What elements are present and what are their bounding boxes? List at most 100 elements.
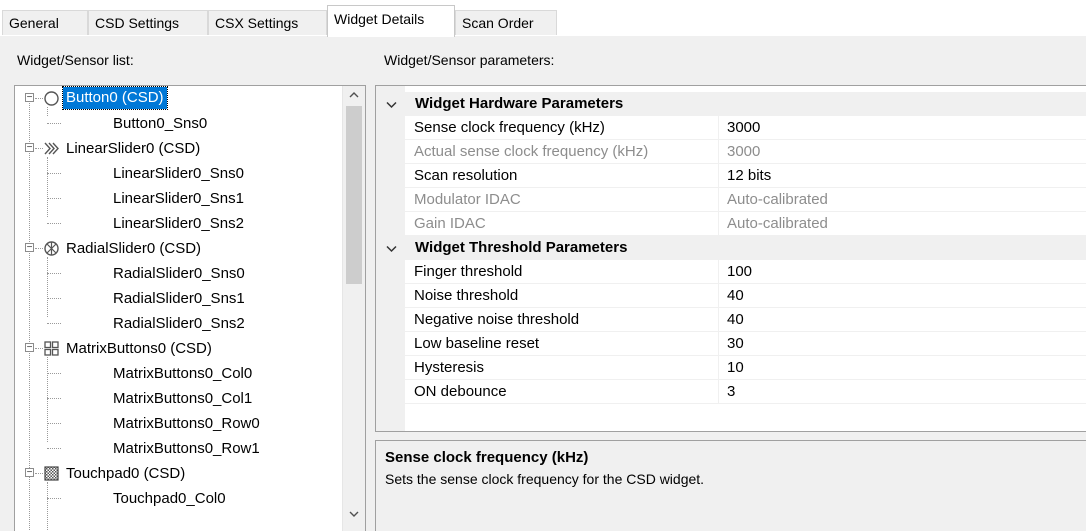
widget-sensor-tree[interactable]: − Button0 (CSD) Button0_Sns0 − LinearSli… [14, 85, 366, 531]
property-name: ON debounce [414, 383, 507, 400]
property-row-negative-noise-threshold[interactable]: Negative noise threshold 40 [405, 308, 1086, 332]
tree-sensor-row[interactable]: LinearSlider0_Sns1 [15, 186, 335, 211]
tree-sensor-row[interactable]: RadialSlider0_Sns1 [15, 286, 335, 311]
tree-connector [47, 198, 61, 199]
tree-connector [47, 498, 61, 499]
tree-connector [35, 473, 43, 474]
tree-sensor-row[interactable]: Button0_Sns0 [15, 111, 335, 136]
tree-connector [47, 273, 61, 274]
property-value: 3000 [718, 140, 1086, 163]
tree-sensor-label: MatrixButtons0_Row1 [113, 440, 260, 457]
tree-connector [35, 148, 43, 149]
property-name: Low baseline reset [414, 335, 540, 352]
property-value[interactable]: 3 [718, 380, 1086, 403]
tree-widget-button0[interactable]: − Button0 (CSD) [15, 86, 335, 111]
chevron-down-icon[interactable] [343, 506, 365, 524]
category-title: Widget Hardware Parameters [415, 95, 624, 112]
property-row-gain-idac[interactable]: Gain IDAC Auto-calibrated [405, 212, 1086, 236]
tree-widget-label: RadialSlider0 (CSD) [66, 240, 202, 257]
tree-sensor-label: MatrixButtons0_Row0 [113, 415, 260, 432]
property-row-modulator-idac[interactable]: Modulator IDAC Auto-calibrated [405, 188, 1086, 212]
tree-sensor-label: RadialSlider0_Sns0 [113, 265, 245, 282]
collapse-icon[interactable]: − [25, 343, 34, 353]
collapse-icon[interactable]: − [25, 93, 34, 103]
widget-details-dialog: General CSD Settings CSX Settings Widget… [0, 0, 1086, 531]
tree-widget-touchpad0[interactable]: − Touchpad0 (CSD) [15, 461, 335, 486]
linear-slider-icon [43, 140, 60, 157]
tree-sensor-row[interactable]: Touchpad0_Col0 [15, 486, 335, 511]
property-value[interactable]: 30 [718, 332, 1086, 355]
tree-scroll-thumb[interactable] [346, 106, 362, 284]
tree-sensor-label: RadialSlider0_Sns1 [113, 290, 245, 307]
widget-sensor-list-label: Widget/Sensor list: [17, 52, 134, 68]
property-row-on-debounce[interactable]: ON debounce 3 [405, 380, 1086, 404]
tree-connector [35, 348, 43, 349]
tree-sensor-row[interactable]: RadialSlider0_Sns2 [15, 311, 335, 336]
property-row-hysteresis[interactable]: Hysteresis 10 [405, 356, 1086, 380]
property-name: Noise threshold [414, 287, 519, 304]
property-value[interactable]: 3000 [718, 116, 1086, 139]
chevron-down-icon[interactable] [383, 236, 399, 260]
property-name: Actual sense clock frequency (kHz) [414, 143, 649, 160]
tree-widget-radialslider0[interactable]: − RadialSlider0 (CSD) [15, 236, 335, 261]
radial-slider-icon [43, 240, 60, 257]
tab-general[interactable]: General [2, 10, 88, 35]
tree-sensor-label: RadialSlider0_Sns2 [113, 315, 245, 332]
tree-sensor-row[interactable]: MatrixButtons0_Col0 [15, 361, 335, 386]
property-row-finger-threshold[interactable]: Finger threshold 100 [405, 260, 1086, 284]
property-value[interactable]: 100 [718, 260, 1086, 283]
collapse-icon[interactable]: − [25, 243, 34, 253]
tree-sensor-row[interactable]: MatrixButtons0_Col1 [15, 386, 335, 411]
tree-connector [47, 173, 61, 174]
tree-widget-label: MatrixButtons0 (CSD) [66, 340, 212, 357]
tab-csx-settings[interactable]: CSX Settings [208, 10, 327, 35]
property-row-sense-clock-frequency[interactable]: Sense clock frequency (kHz) 3000 [405, 116, 1086, 140]
chevron-down-icon[interactable] [383, 92, 399, 116]
collapse-icon[interactable]: − [25, 143, 34, 153]
tree-widget-linearslider0[interactable]: − LinearSlider0 (CSD) [15, 136, 335, 161]
property-name: Modulator IDAC [414, 191, 521, 208]
property-row-scan-resolution[interactable]: Scan resolution 12 bits [405, 164, 1086, 188]
tab-scan-order[interactable]: Scan Order [455, 10, 557, 35]
property-value[interactable]: 40 [718, 308, 1086, 331]
parameters-property-grid: Widget Hardware Parameters Sense clock f… [375, 85, 1086, 432]
tree-sensor-row[interactable]: MatrixButtons0_Row1 [15, 436, 335, 461]
tree-sensor-row[interactable]: MatrixButtons0_Row0 [15, 411, 335, 436]
tree-sensor-row[interactable]: RadialSlider0_Sns0 [15, 261, 335, 286]
tab-widget-details[interactable]: Widget Details [327, 5, 455, 37]
chevron-up-icon[interactable] [343, 86, 365, 104]
property-value[interactable]: 10 [718, 356, 1086, 379]
property-value[interactable]: 40 [718, 284, 1086, 307]
property-row-actual-sense-clock-frequency[interactable]: Actual sense clock frequency (kHz) 3000 [405, 140, 1086, 164]
tree-sensor-label: MatrixButtons0_Col0 [113, 365, 253, 382]
category-widget-threshold-parameters[interactable]: Widget Threshold Parameters [376, 236, 1086, 260]
category-widget-hardware-parameters[interactable]: Widget Hardware Parameters [376, 92, 1086, 116]
tree-connector [47, 448, 61, 449]
property-name: Hysteresis [414, 359, 485, 376]
tree-sensor-row[interactable]: LinearSlider0_Sns2 [15, 211, 335, 236]
property-description-pane: Sense clock frequency (kHz) Sets the sen… [375, 440, 1086, 531]
tree-sensor-row[interactable]: LinearSlider0_Sns0 [15, 161, 335, 186]
tree-connector [47, 298, 61, 299]
property-name: Scan resolution [414, 167, 518, 184]
tree-sensor-label: MatrixButtons0_Col1 [113, 390, 253, 407]
collapse-icon[interactable]: − [25, 468, 34, 478]
property-row-low-baseline-reset[interactable]: Low baseline reset 30 [405, 332, 1086, 356]
property-name: Negative noise threshold [414, 311, 580, 328]
description-title: Sense clock frequency (kHz) [385, 449, 589, 466]
tree-connector [47, 398, 61, 399]
tree-sensor-label: LinearSlider0_Sns0 [113, 165, 244, 182]
property-name: Sense clock frequency (kHz) [414, 119, 605, 136]
touchpad-icon [43, 465, 60, 482]
tab-csd-settings[interactable]: CSD Settings [88, 10, 208, 35]
tree-widget-label: Button0 (CSD) [62, 86, 168, 110]
tree-sensor-label: Button0_Sns0 [113, 115, 208, 132]
property-row-noise-threshold[interactable]: Noise threshold 40 [405, 284, 1086, 308]
tree-sensor-label: LinearSlider0_Sns1 [113, 190, 244, 207]
tree-connector [47, 423, 61, 424]
tree-widget-matrixbuttons0[interactable]: − MatrixButtons0 (CSD) [15, 336, 335, 361]
tree-sensor-label: Touchpad0_Col0 [113, 490, 226, 507]
property-value[interactable]: 12 bits [718, 164, 1086, 187]
tree-scrollbar[interactable] [342, 86, 365, 531]
tree-sensor-label: LinearSlider0_Sns2 [113, 215, 244, 232]
